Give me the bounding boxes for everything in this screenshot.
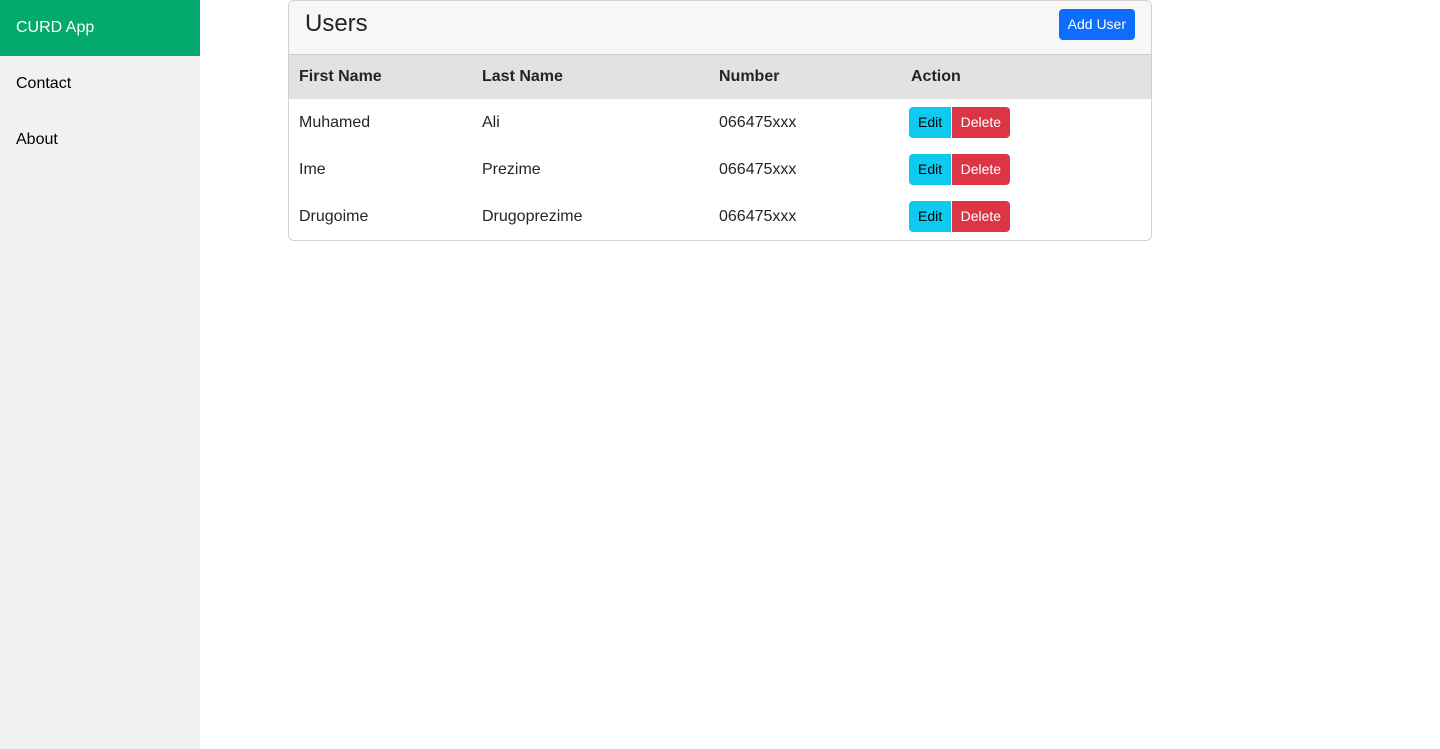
edit-button[interactable]: Edit [909,201,952,232]
delete-button[interactable]: Delete [951,107,1011,138]
cell-first-name: Ime [299,160,326,178]
cell-last-name: Ali [482,113,500,131]
column-header-number: Number [709,55,901,99]
edit-button[interactable]: Edit [909,154,952,185]
cell-actions: Edit Delete [901,99,1151,146]
column-header-first-name: First Name [289,55,472,99]
table-row: Muhamed Ali 066475xxx Edit Delete [289,99,1151,146]
table-header-row: First Name Last Name Number Action [289,55,1151,99]
cell-first-name: Muhamed [299,113,371,131]
sidebar-item-about[interactable]: About [0,112,200,168]
table-row: Drugoime Drugoprezime 066475xxx Edit Del… [289,193,1151,240]
delete-button[interactable]: Delete [951,154,1011,185]
cell-number: 066475xxx [719,207,797,225]
column-header-last-name: Last Name [472,55,709,99]
card-header: Users Add User [289,1,1151,55]
table-row: Ime Prezime 066475xxx Edit Delete [289,146,1151,193]
cell-number: 066475xxx [719,113,797,131]
add-user-button[interactable]: Add User [1058,9,1135,40]
edit-button[interactable]: Edit [909,107,952,138]
users-card: Users Add User First Name Last Name Numb… [288,0,1152,241]
cell-actions: Edit Delete [901,193,1151,240]
cell-last-name: Drugoprezime [482,207,583,225]
users-table: First Name Last Name Number Action Muham… [289,55,1151,240]
column-header-action: Action [901,55,1151,99]
cell-last-name: Prezime [482,160,541,178]
cell-number: 066475xxx [719,160,797,178]
sidebar: CURD App Contact About [0,0,200,749]
delete-button[interactable]: Delete [951,201,1011,232]
cell-first-name: Drugoime [299,207,369,225]
sidebar-item-curd-app[interactable]: CURD App [0,0,200,56]
cell-actions: Edit Delete [901,146,1151,193]
sidebar-item-contact[interactable]: Contact [0,56,200,112]
page-title: Users [305,10,368,37]
